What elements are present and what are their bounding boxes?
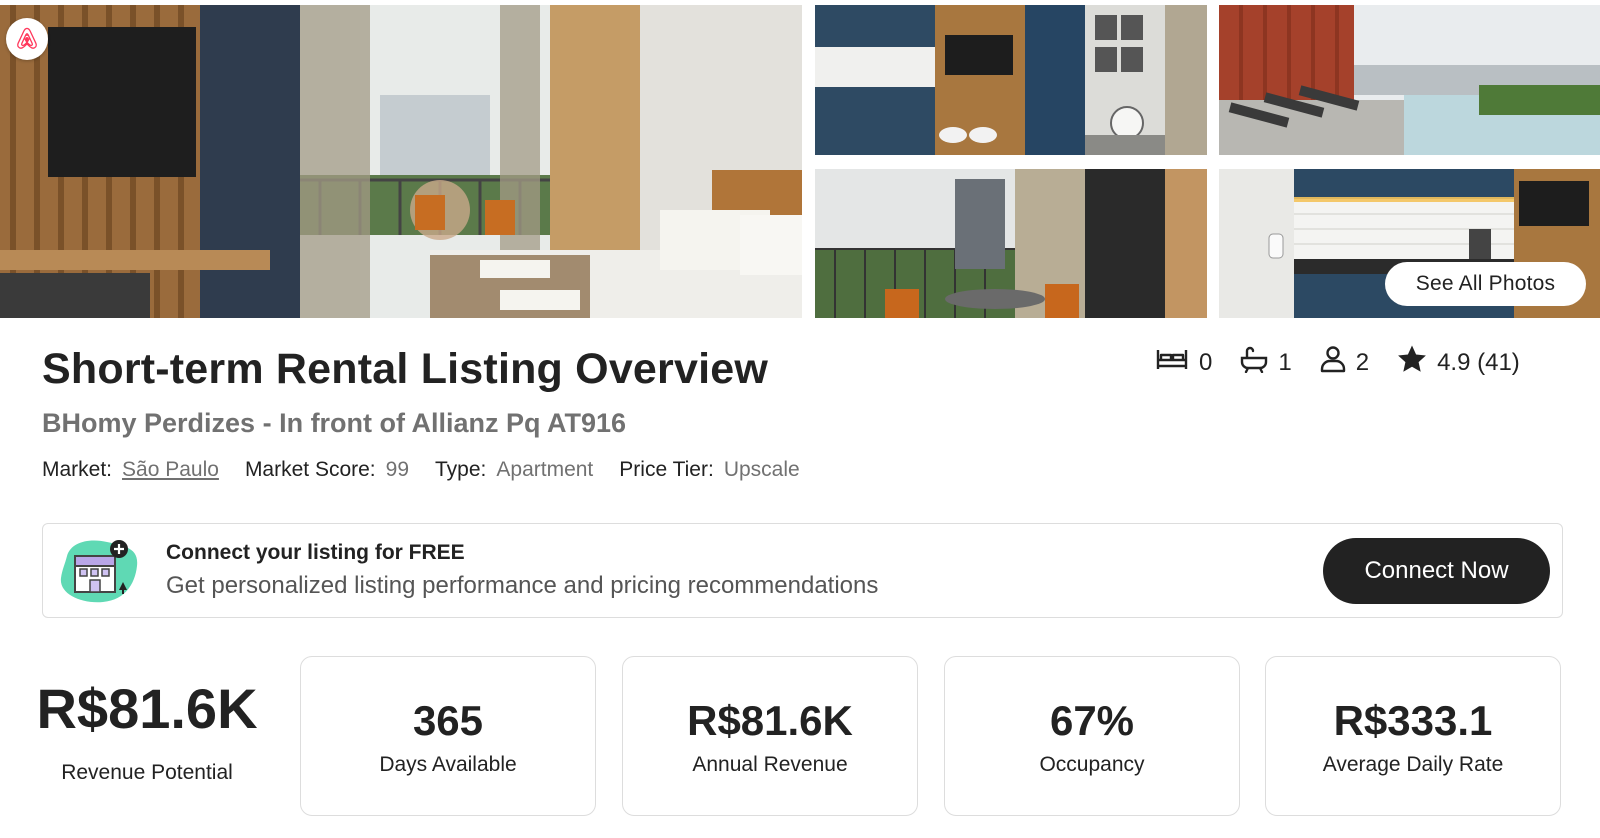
star-icon — [1397, 344, 1437, 381]
airbnb-logo-icon — [6, 18, 48, 60]
bed-icon — [1155, 346, 1199, 379]
metric-value: 365 — [412, 697, 484, 744]
market-score-value: 99 — [385, 458, 410, 481]
revenue-potential-value: R$81.6K — [36, 677, 258, 740]
market-label: Market: — [42, 458, 113, 481]
building-illustration-icon — [57, 536, 141, 606]
metric-label: Annual Revenue — [692, 753, 848, 776]
person-icon — [1320, 345, 1356, 380]
gallery-photo-rooftop-pool[interactable] — [1219, 5, 1600, 155]
listing-name: BHomy Perdizes - In front of Allianz Pq … — [42, 408, 627, 438]
metric-card-occupancy: 67% Occupancy — [944, 656, 1240, 816]
price-tier-value: Upscale — [723, 458, 800, 481]
metric-label: Average Daily Rate — [1322, 753, 1504, 776]
metric-card-average-daily-rate: R$333.1 Average Daily Rate — [1265, 656, 1561, 816]
type-value: Apartment — [496, 458, 594, 481]
bathrooms-count: 1 — [1278, 348, 1292, 376]
banner-heading: Connect your listing for FREE — [166, 541, 465, 564]
revenue-potential-label: Revenue Potential — [61, 761, 233, 784]
connect-now-button[interactable]: Connect Now — [1323, 538, 1550, 604]
see-all-photos-button[interactable]: See All Photos — [1385, 262, 1586, 306]
market-score-label: Market Score: — [244, 458, 376, 481]
guests-count: 2 — [1355, 348, 1370, 376]
bedrooms-count: 0 — [1199, 348, 1213, 376]
metric-card-days-available: 365 Days Available — [300, 656, 596, 816]
type-label: Type: — [435, 458, 487, 481]
page-title: Short-term Rental Listing Overview — [42, 345, 769, 393]
listing-stats: 0 1 2 4.9 (41) — [1155, 344, 1520, 381]
price-tier-label: Price Tier: — [619, 458, 714, 481]
banner-description: Get personalized listing performance and… — [166, 572, 879, 599]
gallery-photo-balcony[interactable] — [815, 169, 1207, 318]
bathtub-icon — [1240, 345, 1278, 380]
gallery-photo-kitchen[interactable] — [815, 5, 1207, 155]
rating-value: 4.9 (41) — [1437, 348, 1520, 376]
bathrooms-stat: 1 — [1240, 345, 1292, 380]
metric-value: 67% — [1049, 697, 1135, 744]
metric-label: Days Available — [379, 753, 517, 776]
main-listing-photo[interactable] — [0, 5, 802, 318]
market-link[interactable]: São Paulo — [122, 458, 219, 482]
revenue-potential-metric: R$81.6K Revenue Potential — [24, 676, 270, 785]
metric-value: R$333.1 — [1333, 697, 1493, 744]
metric-card-annual-revenue: R$81.6K Annual Revenue — [622, 656, 918, 816]
listing-meta: Market: São Paulo Market Score: 99 Type:… — [42, 458, 826, 482]
connect-listing-banner: Connect your listing for FREE Get person… — [42, 523, 1563, 618]
metric-value: R$81.6K — [687, 697, 853, 744]
rating-stat: 4.9 (41) — [1397, 344, 1520, 381]
bedrooms-stat: 0 — [1155, 346, 1212, 379]
metric-label: Occupancy — [1039, 753, 1145, 776]
guests-stat: 2 — [1320, 345, 1369, 380]
photo-gallery: See All Photos — [0, 0, 1600, 318]
